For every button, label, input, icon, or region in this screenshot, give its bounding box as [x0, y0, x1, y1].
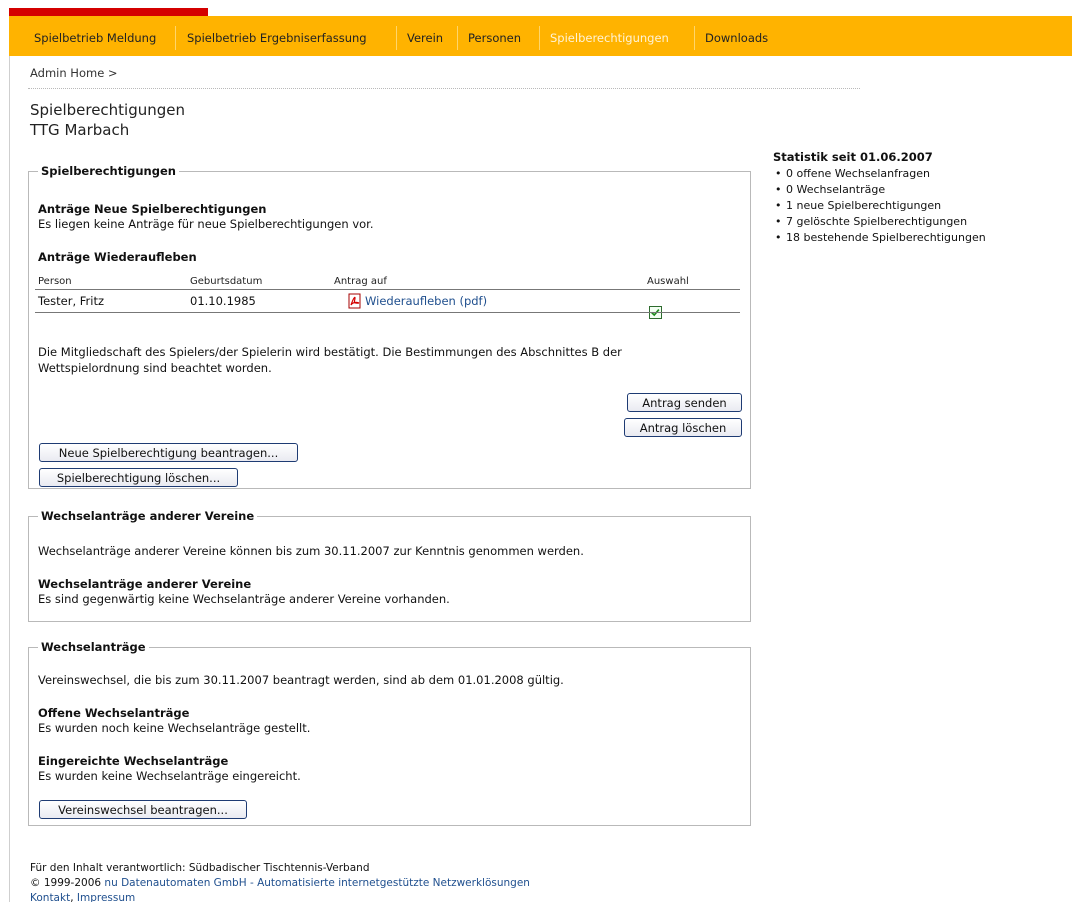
new-requests-heading: Anträge Neue Spielberechtigungen [38, 202, 267, 216]
delete-permission-button[interactable]: Spielberechtigung löschen... [39, 468, 238, 487]
list-item: 7 gelöschte Spielberechtigungen [773, 214, 986, 230]
footer-copyright: © 1999-2006 [30, 877, 102, 889]
nav-item-spielberechtigungen[interactable]: Spielberechtigungen [550, 31, 669, 45]
nav-item-spielbetrieb-ergebniserfassung[interactable]: Spielbetrieb Ergebniserfassung [187, 31, 367, 45]
footer-responsibility: Für den Inhalt verantwortlich: Südbadisc… [30, 862, 370, 874]
contact-link[interactable]: Kontakt [30, 892, 70, 902]
open-transfers-heading: Offene Wechselanträge [38, 706, 190, 720]
revival-pdf-link[interactable]: Wiederaufleben (pdf) [365, 294, 487, 308]
new-requests-text: Es liegen keine Anträge für neue Spielbe… [38, 217, 374, 231]
breadcrumb[interactable]: Admin Home > [30, 66, 118, 80]
new-permission-button[interactable]: Neue Spielberechtigung beantragen... [39, 443, 298, 462]
nav-item-personen[interactable]: Personen [468, 31, 521, 45]
revival-heading: Anträge Wiederaufleben [38, 250, 197, 264]
nav-separator [694, 26, 695, 50]
list-item: 1 neue Spielberechtigungen [773, 198, 986, 214]
company-link[interactable]: nu Datenautomaten GmbH - Automatisierte … [104, 877, 530, 889]
footer-links: Kontakt, Impressum [30, 891, 530, 902]
footer-copyright-line: © 1999-2006 nu Datenautomaten GmbH - Aut… [30, 876, 530, 891]
statistics-title: Statistik seit 01.06.2007 [773, 150, 933, 164]
column-header-selection: Auswahl [647, 276, 689, 287]
breadcrumb-divider [28, 88, 860, 89]
fieldset-wechselantraege-anderer-vereine: Wechselanträge anderer Vereine Wechselan… [28, 509, 751, 622]
fieldset-legend: Wechselanträge [41, 640, 146, 654]
submitted-transfers-text: Es wurden keine Wechselanträge eingereic… [38, 769, 301, 783]
nav-separator [396, 26, 397, 50]
other-clubs-heading: Wechselanträge anderer Vereine [38, 577, 252, 591]
table-bottom-divider [35, 312, 740, 313]
open-transfers-text: Es wurden noch keine Wechselanträge gest… [38, 721, 311, 735]
nav-item-verein[interactable]: Verein [407, 31, 443, 45]
list-item: 18 bestehende Spielberechtigungen [773, 230, 986, 246]
statistics-list: 0 offene Wechselanfragen 0 Wechselanträg… [773, 166, 986, 246]
imprint-link[interactable]: Impressum [77, 892, 135, 902]
column-header-request: Antrag auf [334, 276, 387, 287]
main-navigation: Spielbetrieb Meldung Spielbetrieb Ergebn… [9, 16, 1072, 56]
fieldset-legend: Wechselanträge anderer Vereine [41, 509, 255, 523]
cell-birthdate: 01.10.1985 [190, 294, 256, 308]
table-header-divider [35, 289, 740, 290]
cell-person: Tester, Fritz [38, 294, 105, 308]
fieldset-spielberechtigungen: Spielberechtigungen Anträge Neue Spielbe… [28, 164, 751, 489]
other-clubs-info: Wechselanträge anderer Vereine können bi… [38, 544, 584, 558]
footer-link-separator: , [70, 892, 77, 902]
transfer-info: Vereinswechsel, die bis zum 30.11.2007 b… [38, 673, 564, 687]
top-accent-bar [9, 8, 208, 16]
column-header-birthdate: Geburtsdatum [190, 276, 263, 287]
pdf-icon [348, 293, 361, 309]
delete-request-button[interactable]: Antrag löschen [624, 418, 742, 437]
confirmation-text-line2: Wettspielordnung sind beachtet worden. [38, 361, 272, 375]
fieldset-legend: Spielberechtigungen [41, 164, 176, 178]
nav-separator [457, 26, 458, 50]
nav-separator [175, 26, 176, 50]
confirmation-text-line1: Die Mitgliedschaft des Spielers/der Spie… [38, 345, 622, 359]
request-transfer-button[interactable]: Vereinswechsel beantragen... [39, 800, 247, 819]
nav-item-downloads[interactable]: Downloads [705, 31, 768, 45]
list-item: 0 offene Wechselanfragen [773, 166, 986, 182]
statistics-panel: Statistik seit 01.06.2007 0 offene Wechs… [773, 150, 986, 246]
page-subtitle: TTG Marbach [30, 121, 130, 139]
nav-separator [539, 26, 540, 50]
send-request-button[interactable]: Antrag senden [627, 393, 742, 412]
other-clubs-text: Es sind gegenwärtig keine Wechselanträge… [38, 592, 450, 606]
list-item: 0 Wechselanträge [773, 182, 986, 198]
column-header-person: Person [38, 276, 72, 287]
left-border-line [9, 28, 10, 902]
page-title: Spielberechtigungen [30, 101, 186, 119]
footer: Für den Inhalt verantwortlich: Südbadisc… [30, 861, 530, 902]
submitted-transfers-heading: Eingereichte Wechselanträge [38, 754, 229, 768]
nav-item-spielbetrieb-meldung[interactable]: Spielbetrieb Meldung [34, 31, 156, 45]
fieldset-wechselantraege: Wechselanträge Vereinswechsel, die bis z… [28, 640, 751, 826]
